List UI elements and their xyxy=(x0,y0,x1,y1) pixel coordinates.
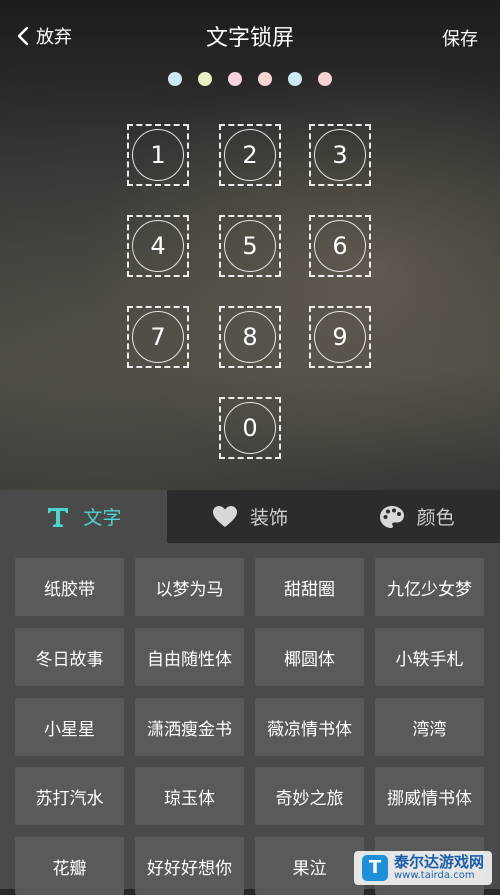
key-4[interactable]: 4 xyxy=(127,215,189,277)
key-3[interactable]: 3 xyxy=(309,124,371,186)
font-option[interactable]: 自由随性体 xyxy=(135,628,244,686)
watermark-title: 泰尔达游戏网 xyxy=(393,852,484,871)
key-label: 0 xyxy=(224,402,276,454)
key-label: 3 xyxy=(314,129,366,181)
font-option[interactable]: 湾湾 xyxy=(375,698,484,756)
key-5[interactable]: 5 xyxy=(219,215,281,277)
font-option[interactable]: 果泣 xyxy=(255,837,364,895)
font-option[interactable]: 以梦为马 xyxy=(135,558,244,616)
key-label: 1 xyxy=(132,129,184,181)
watermark-url: www.tairda.com xyxy=(393,869,475,881)
font-option[interactable]: 九亿少女梦 xyxy=(375,558,484,616)
page-title: 文字锁屏 xyxy=(205,26,294,51)
heart-icon xyxy=(213,505,237,527)
key-label: 7 xyxy=(132,311,184,363)
tab-label: 装饰 xyxy=(250,507,289,529)
save-button[interactable]: 保存 xyxy=(442,25,478,51)
palette-icon xyxy=(379,505,404,528)
key-0[interactable]: 0 xyxy=(219,397,281,459)
indicator-dot xyxy=(258,72,272,86)
key-label: 2 xyxy=(224,129,276,181)
tab-bar: 文字 装饰 颜色 xyxy=(0,490,500,543)
text-t-icon xyxy=(48,507,69,527)
key-2[interactable]: 2 xyxy=(219,124,281,186)
tab-color[interactable]: 颜色 xyxy=(333,490,500,543)
passcode-indicator xyxy=(0,72,500,86)
font-option[interactable]: 苏打汽水 xyxy=(15,767,124,825)
key-9[interactable]: 9 xyxy=(309,306,371,368)
watermark-logo-icon: T xyxy=(361,854,388,881)
font-option[interactable]: 薇凉情书体 xyxy=(255,698,364,756)
font-option[interactable]: 花瓣 xyxy=(15,837,124,895)
tab-label: 颜色 xyxy=(416,507,455,529)
indicator-dot xyxy=(198,72,212,86)
font-option[interactable]: 奇妙之旅 xyxy=(255,767,364,825)
key-label: 6 xyxy=(314,220,366,272)
font-option[interactable]: 小星星 xyxy=(15,698,124,756)
key-7[interactable]: 7 xyxy=(127,306,189,368)
font-option[interactable]: 椰圆体 xyxy=(255,628,364,686)
key-6[interactable]: 6 xyxy=(309,215,371,277)
font-option[interactable]: 潇洒瘦金书 xyxy=(135,698,244,756)
key-label: 8 xyxy=(224,311,276,363)
key-label: 5 xyxy=(224,220,276,272)
font-option[interactable]: 冬日故事 xyxy=(15,628,124,686)
top-bar: 放弃 文字锁屏 保存 xyxy=(0,0,500,70)
font-option[interactable]: 好好好想你 xyxy=(135,837,244,895)
indicator-dot xyxy=(228,72,242,86)
indicator-dot xyxy=(288,72,302,86)
key-label: 9 xyxy=(314,311,366,363)
key-1[interactable]: 1 xyxy=(127,124,189,186)
tab-decoration[interactable]: 装饰 xyxy=(167,490,334,543)
style-panel: 文字 装饰 颜色 纸胶带 以梦为马 甜甜圈 九亿少女梦 冬日故事 自由随性体 椰… xyxy=(0,490,500,895)
font-option[interactable]: 琼玉体 xyxy=(135,767,244,825)
site-watermark: T 泰尔达游戏网 www.tairda.com xyxy=(353,850,492,885)
indicator-dot xyxy=(168,72,182,86)
font-option[interactable]: 纸胶带 xyxy=(15,558,124,616)
font-option[interactable]: 挪威情书体 xyxy=(375,767,484,825)
watermark-text: 泰尔达游戏网 www.tairda.com xyxy=(393,852,484,881)
font-option[interactable]: 甜甜圈 xyxy=(255,558,364,616)
tab-text[interactable]: 文字 xyxy=(0,490,167,543)
indicator-dot xyxy=(318,72,332,86)
tab-label: 文字 xyxy=(83,507,122,529)
key-label: 4 xyxy=(132,220,184,272)
font-option[interactable]: 小轶手札 xyxy=(375,628,484,686)
key-8[interactable]: 8 xyxy=(219,306,281,368)
